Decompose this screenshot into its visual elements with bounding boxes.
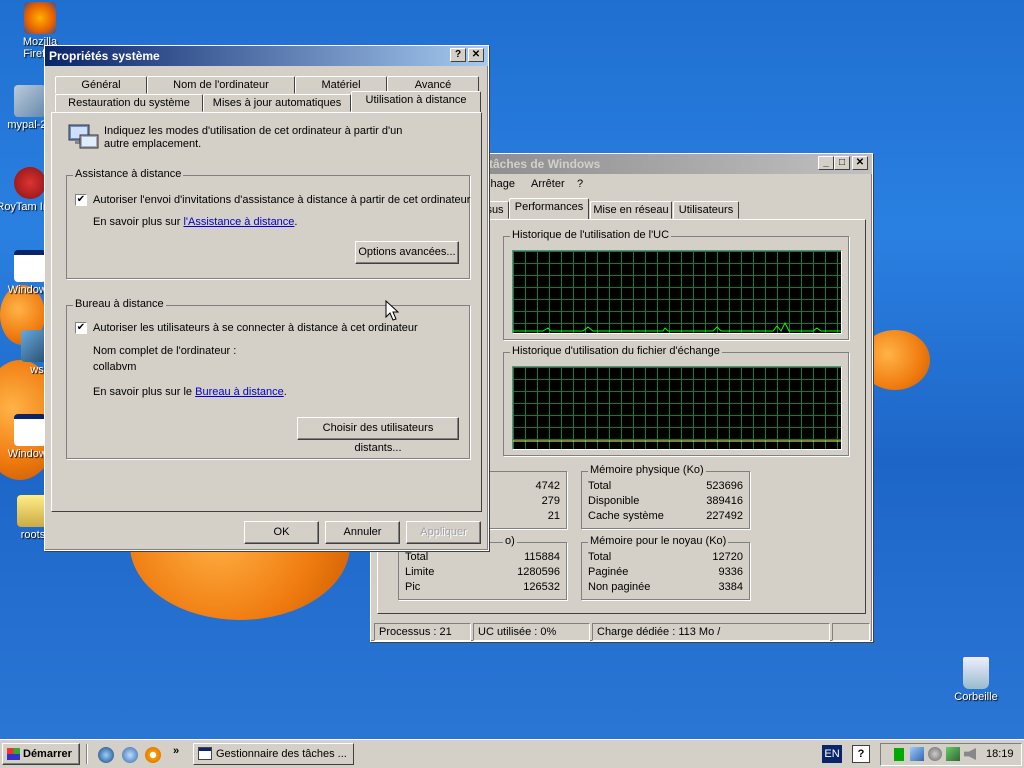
quicklaunch-separator [86, 744, 88, 764]
resize-grip[interactable] [832, 623, 870, 641]
physical-available-row: Disponible 389416 [588, 495, 743, 507]
remote-assistance-checkbox-label[interactable]: Autoriser l'envoi d'invitations d'assist… [93, 194, 470, 206]
windows-logo-icon [7, 748, 20, 760]
commit-charge-label: o) [503, 535, 517, 547]
advanced-options-button[interactable]: Options avancées... [355, 241, 459, 264]
remote-desktop-checkbox-label[interactable]: Autoriser les utilisateurs à se connecte… [93, 322, 418, 334]
ie-alt-icon[interactable] [122, 747, 138, 763]
kernel-total-row: Total 12720 [588, 551, 743, 563]
mouse-cursor-icon [385, 300, 399, 321]
language-indicator[interactable]: EN [822, 745, 842, 763]
firefox-icon [24, 2, 56, 34]
close-button[interactable]: ✕ [852, 156, 868, 170]
taskbar-task-manager[interactable]: Gestionnaire des tâches ... [193, 743, 354, 765]
tab-automatic-updates[interactable]: Mises à jour automatiques [203, 94, 351, 112]
status-cpu-usage: UC utilisée : 0% [473, 623, 590, 641]
remote-assistance-label: Assistance à distance [73, 168, 184, 180]
pagefile-history-line [513, 440, 841, 442]
dialog-title: Propriétés système [49, 49, 160, 63]
physical-memory-label: Mémoire physique (Ko) [588, 464, 706, 476]
remote-desktop-label: Bureau à distance [73, 298, 166, 310]
remote-desktop-link[interactable]: Bureau à distance [195, 386, 284, 398]
physical-memory-group: Mémoire physique (Ko) Total 523696 Dispon… [581, 464, 750, 529]
desktop-icon-recycle-bin[interactable]: Corbeille [941, 657, 1011, 703]
remote-assistance-group: Assistance à distance ✔ Autoriser l'envo… [66, 168, 470, 279]
window-icon [14, 414, 46, 446]
remote-assistance-link[interactable]: l'Assistance à distance [183, 216, 294, 228]
physical-cache-row: Cache système 227492 [588, 510, 743, 522]
tab-remote[interactable]: Utilisation à distance [351, 91, 481, 113]
tray-network-icon[interactable] [910, 747, 924, 761]
taskbar: Démarrer » Gestionnaire des tâches ... E… [0, 739, 1024, 768]
remote-assistance-learn-more: En savoir plus sur l'Assistance à distan… [93, 216, 298, 228]
roytam-icon [14, 167, 46, 199]
mypal-icon [14, 85, 46, 117]
status-commit-charge: Charge dédiée : 113 Mo / [592, 623, 830, 641]
menu-shutdown-partial[interactable]: chage [485, 178, 515, 190]
start-button[interactable]: Démarrer [2, 743, 80, 765]
physical-total-row: Total 523696 [588, 480, 743, 492]
quicklaunch-chevron[interactable]: » [173, 745, 179, 757]
maximize-button[interactable]: □ [834, 156, 850, 170]
help-button[interactable]: ? [450, 48, 466, 62]
intro-text: Indiquez les modes d'utilisation de cet … [104, 125, 403, 150]
kernel-nonpaged-row: Non paginée 3384 [588, 581, 743, 593]
ok-button[interactable]: OK [244, 521, 319, 544]
menu-help[interactable]: ? [577, 178, 583, 190]
kernel-paged-row: Paginée 9336 [588, 566, 743, 578]
system-properties-dialog[interactable]: Propriétés système ? ✕ Général Nom de l'… [44, 45, 489, 551]
window-icon [14, 250, 46, 282]
cpu-history-graph [512, 250, 842, 334]
tray-settings-icon[interactable] [928, 747, 942, 761]
cpu-history-label: Historique de l'utilisation de l'UC [510, 229, 672, 241]
tab-users[interactable]: Utilisateurs [673, 201, 739, 219]
tab-performance[interactable]: Performances [509, 198, 589, 220]
tab-general[interactable]: Général [55, 76, 147, 94]
task-manager-menubar: chage Arrêter ? [485, 178, 685, 194]
close-button[interactable]: ✕ [468, 48, 484, 62]
remote-desktop-checkbox[interactable]: ✔ [75, 322, 87, 334]
cpu-history-line [513, 321, 841, 332]
remote-tab-panel: Indiquez les modes d'utilisation de cet … [51, 112, 482, 512]
cpu-history-group: Historique de l'utilisation de l'UC [503, 229, 849, 340]
menu-shutdown[interactable]: Arrêter [531, 178, 565, 190]
kernel-memory-label: Mémoire pour le noyau (Ko) [588, 535, 729, 547]
tab-computer-name[interactable]: Nom de l'ordinateur [147, 76, 295, 94]
system-properties-titlebar[interactable]: Propriétés système ? ✕ [45, 46, 488, 66]
minimize-button[interactable]: _ [818, 156, 834, 170]
select-remote-users-button[interactable]: Choisir des utilisateurs distants... [297, 417, 459, 454]
tray-security-icon[interactable] [946, 747, 960, 761]
help-tray-icon[interactable]: ? [852, 745, 870, 763]
remote-desktop-learn-more: En savoir plus sur le Bureau à distance. [93, 386, 287, 398]
pagefile-history-label: Historique d'utilisation du fichier d'éc… [510, 345, 722, 357]
media-player-icon[interactable] [145, 747, 161, 763]
commit-peak-row: Pic 126532 [405, 581, 560, 593]
commit-total-row: Total 115884 [405, 551, 560, 563]
remote-desktop-group: Bureau à distance ✔ Autoriser les utilis… [66, 298, 470, 459]
task-manager-title: tâches de Windows [489, 157, 601, 171]
ie-icon[interactable] [98, 747, 114, 763]
commit-limit-row: Limite 1280596 [405, 566, 560, 578]
pagefile-history-graph [512, 366, 842, 450]
status-processes: Processus : 21 [374, 623, 471, 641]
tab-system-restore[interactable]: Restauration du système [55, 94, 203, 112]
pagefile-history-group: Historique d'utilisation du fichier d'éc… [503, 345, 849, 456]
apply-button[interactable]: Appliquer [406, 521, 481, 544]
task-manager-icon [198, 747, 212, 760]
full-computer-name-value: collabvm [93, 361, 137, 373]
remote-computer-icon [66, 123, 100, 153]
remote-assistance-checkbox[interactable]: ✔ [75, 194, 87, 206]
clock[interactable]: 18:19 [986, 748, 1014, 760]
tray-monitor-icon[interactable] [894, 748, 904, 761]
kernel-memory-group: Mémoire pour le noyau (Ko) Total 12720 Pa… [581, 535, 750, 600]
tab-networking[interactable]: Mise en réseau [590, 201, 672, 219]
cancel-button[interactable]: Annuler [325, 521, 400, 544]
recycle-bin-icon [963, 657, 989, 689]
full-computer-name-label: Nom complet de l'ordinateur : [93, 345, 237, 357]
